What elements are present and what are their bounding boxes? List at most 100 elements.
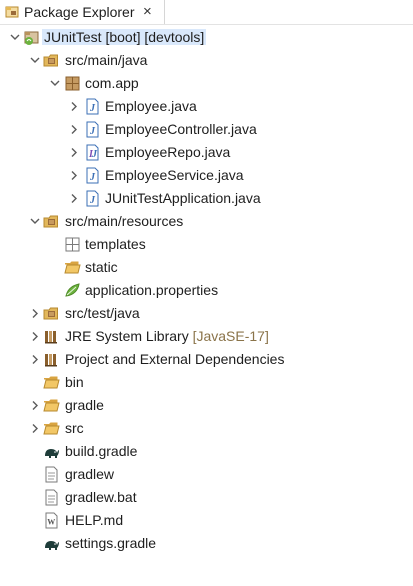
chevron-right-icon[interactable]: [28, 325, 42, 348]
svg-text:J: J: [91, 149, 98, 160]
tree-item-text: JRE System Library: [65, 328, 189, 344]
chevron-right-icon[interactable]: [67, 118, 81, 141]
tree-item-label: gradlew.bat: [65, 489, 137, 506]
chevron-right-icon[interactable]: [28, 394, 42, 417]
tree-item[interactable]: application.properties: [0, 279, 413, 302]
tree-item-label: src: [65, 420, 84, 437]
tree-item[interactable]: JUnitTest [boot] [devtools]: [0, 26, 413, 49]
source-folder-icon: [43, 213, 60, 230]
tab-title: Package Explorer: [24, 4, 135, 20]
tree-item-label: Employee.java: [105, 98, 197, 115]
tree-item-text: HELP.md: [65, 512, 124, 528]
chevron-down-icon[interactable]: [48, 72, 62, 95]
source-folder-icon: [43, 305, 60, 322]
chevron-down-icon[interactable]: [28, 210, 42, 233]
tree-item[interactable]: J JUnitTestApplication.java: [0, 187, 413, 210]
tree-item[interactable]: build.gradle: [0, 440, 413, 463]
tree-item-text: EmployeeService.java: [105, 167, 244, 183]
tree-item[interactable]: src/main/resources: [0, 210, 413, 233]
tree-item-text: JUnitTestApplication.java: [105, 190, 261, 206]
folder-icon: [43, 420, 60, 437]
package-tree: JUnitTest [boot] [devtools] src/main/java…: [0, 26, 413, 586]
tree-item-label: Project and External Dependencies: [65, 351, 284, 368]
tree-item-text: bin: [65, 374, 84, 390]
tree-item-text: gradlew.bat: [65, 489, 137, 505]
gradle-elephant-icon: [43, 535, 60, 552]
chevron-right-icon[interactable]: [67, 95, 81, 118]
tree-item-label: JUnitTest [boot] [devtools]: [42, 29, 207, 46]
chevron-down-icon[interactable]: [8, 26, 22, 49]
svg-text:W: W: [47, 518, 55, 527]
chevron-right-icon[interactable]: [67, 141, 81, 164]
tree-item[interactable]: static: [0, 256, 413, 279]
tree-item-label: gradle: [65, 397, 104, 414]
tree-item[interactable]: bin: [0, 371, 413, 394]
java-file-icon: J: [84, 167, 101, 184]
tree-item-text: gradle: [65, 397, 104, 413]
text-file-icon: [43, 466, 60, 483]
tree-item-text: src/main/resources: [65, 213, 184, 229]
folder-open-icon: [64, 259, 81, 276]
spring-project-icon: [23, 29, 40, 46]
tree-item-label: gradlew: [65, 466, 114, 483]
tree-item-label: bin: [65, 374, 84, 391]
library-icon: [43, 351, 60, 368]
tree-item-label: HELP.md: [65, 512, 123, 529]
text-file-icon: [43, 489, 60, 506]
chevron-down-icon[interactable]: [28, 49, 42, 72]
tree-item[interactable]: JRE System Library [JavaSE-17]: [0, 325, 413, 348]
tree-item-label: com.app: [85, 75, 139, 92]
tree-item-text: Project and External Dependencies: [65, 351, 285, 367]
tree-item-decoration: [JavaSE-17]: [188, 328, 269, 344]
svg-text:J: J: [89, 126, 96, 137]
tree-item-text: com.app: [85, 75, 139, 91]
tree-item[interactable]: src/test/java: [0, 302, 413, 325]
tree-item-text: gradlew: [65, 466, 115, 482]
tree-item[interactable]: J EmployeeController.java: [0, 118, 413, 141]
tab-package-explorer[interactable]: Package Explorer ×: [0, 0, 165, 24]
tree-item[interactable]: W HELP.md: [0, 509, 413, 532]
view-tab-bar: Package Explorer ×: [0, 0, 413, 25]
chevron-right-icon[interactable]: [67, 164, 81, 187]
tree-item-label: application.properties: [85, 282, 218, 299]
chevron-right-icon[interactable]: [28, 348, 42, 371]
tree-item[interactable]: com.app: [0, 72, 413, 95]
tree-item[interactable]: I J EmployeeRepo.java: [0, 141, 413, 164]
tree-item[interactable]: gradle: [0, 394, 413, 417]
tree-item-label: EmployeeService.java: [105, 167, 244, 184]
tree-item-text: templates: [85, 236, 146, 252]
tree-item-text: build.gradle: [65, 443, 138, 459]
tree-item-text: EmployeeController.java: [105, 121, 257, 137]
chevron-right-icon[interactable]: [28, 417, 42, 440]
tree-item-label: EmployeeController.java: [105, 121, 257, 138]
tree-item[interactable]: Project and External Dependencies: [0, 348, 413, 371]
tree-item-text: src: [65, 420, 84, 436]
tree-item-text: EmployeeRepo.java: [105, 144, 231, 160]
package-icon: [64, 75, 81, 92]
tree-item-label: src/test/java: [65, 305, 140, 322]
tree-item-label: build.gradle: [65, 443, 137, 460]
tree-item-text: settings.gradle: [65, 535, 157, 551]
tree-item[interactable]: src/main/java: [0, 49, 413, 72]
tree-item-text: static: [85, 259, 118, 275]
tree-item-text: src/test/java: [65, 305, 140, 321]
tree-item[interactable]: templates: [0, 233, 413, 256]
tree-item[interactable]: J EmployeeService.java: [0, 164, 413, 187]
markdown-file-icon: W: [43, 512, 60, 529]
tree-item[interactable]: gradlew.bat: [0, 486, 413, 509]
java-interface-file-icon: IJ: [84, 144, 101, 161]
folder-icon: [43, 374, 60, 391]
tree-item[interactable]: J Employee.java: [0, 95, 413, 118]
gradle-elephant-icon: [43, 443, 60, 460]
spring-leaf-icon: [64, 282, 81, 299]
close-icon[interactable]: ×: [143, 3, 152, 20]
svg-text:J: J: [89, 103, 96, 114]
java-file-icon: J: [84, 121, 101, 138]
chevron-right-icon[interactable]: [28, 302, 42, 325]
tree-item[interactable]: src: [0, 417, 413, 440]
tree-item[interactable]: gradlew: [0, 463, 413, 486]
tree-item-label: templates: [85, 236, 146, 253]
svg-text:J: J: [89, 195, 96, 206]
tree-item[interactable]: settings.gradle: [0, 532, 413, 555]
chevron-right-icon[interactable]: [67, 187, 81, 210]
